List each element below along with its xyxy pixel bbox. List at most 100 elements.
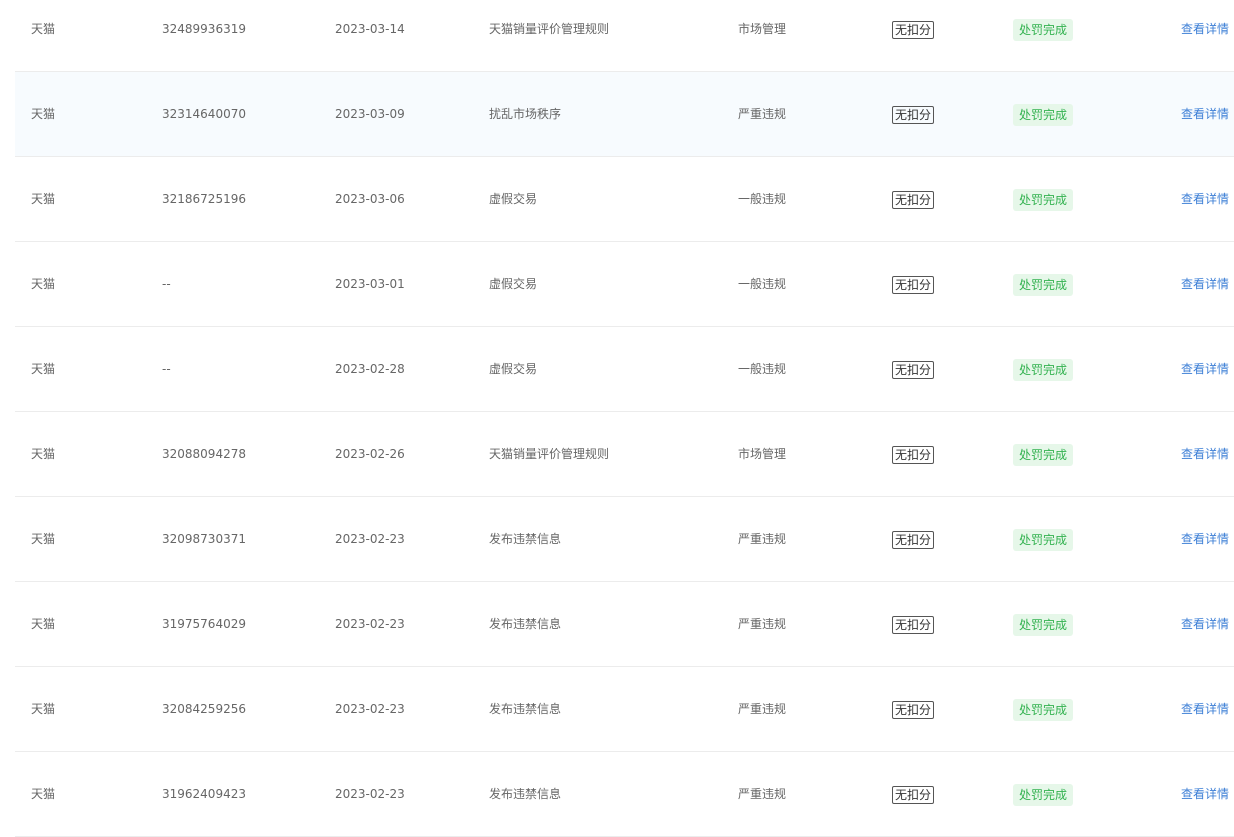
violation-type-cell: 市场管理	[738, 22, 787, 36]
platform-cell: 天猫	[31, 192, 56, 206]
status-badge: 处罚完成	[1013, 613, 1074, 636]
record-id-cell: 32489936319	[162, 22, 246, 36]
score-tag: 无扣分	[892, 615, 935, 634]
reason-cell: 发布违禁信息	[489, 617, 562, 631]
status-cell: 处罚完成	[1013, 412, 1074, 496]
score-cell: 无扣分	[892, 242, 935, 326]
status-cell: 处罚完成	[1013, 72, 1074, 156]
status-cell: 处罚完成	[1013, 667, 1074, 751]
platform-cell: 天猫	[31, 532, 56, 546]
status-badge: 处罚完成	[1013, 783, 1074, 806]
table-row: 天猫 31975764029 2023-02-23 发布违禁信息 严重违规 无扣…	[15, 582, 1234, 667]
record-id-cell: 32088094278	[162, 447, 246, 461]
score-tag: 无扣分	[892, 360, 935, 379]
score-tag: 无扣分	[892, 20, 935, 39]
score-cell: 无扣分	[892, 667, 935, 751]
record-id-cell: 32098730371	[162, 532, 246, 546]
status-badge: 处罚完成	[1013, 443, 1074, 466]
record-id-cell: 32186725196	[162, 192, 246, 206]
status-cell: 处罚完成	[1013, 157, 1074, 241]
score-tag: 无扣分	[892, 785, 935, 804]
status-badge: 处罚完成	[1013, 103, 1074, 126]
violation-type-cell: 一般违规	[738, 192, 787, 206]
view-details-link[interactable]: 查看详情	[1181, 72, 1229, 156]
score-tag: 无扣分	[892, 190, 935, 209]
date-cell: 2023-02-23	[335, 617, 405, 631]
reason-cell: 发布违禁信息	[489, 702, 562, 716]
violation-type-cell: 严重违规	[738, 787, 787, 801]
reason-cell: 虚假交易	[489, 362, 538, 376]
score-cell: 无扣分	[892, 72, 935, 156]
table-row: 天猫 -- 2023-03-01 虚假交易 一般违规 无扣分 处罚完成 查看详情	[15, 242, 1234, 327]
reason-cell: 天猫销量评价管理规则	[489, 22, 610, 36]
status-badge: 处罚完成	[1013, 188, 1074, 211]
score-tag: 无扣分	[892, 530, 935, 549]
record-id-cell: --	[162, 362, 171, 376]
status-badge: 处罚完成	[1013, 698, 1074, 721]
platform-cell: 天猫	[31, 362, 56, 376]
reason-cell: 发布违禁信息	[489, 532, 562, 546]
reason-cell: 天猫销量评价管理规则	[489, 447, 610, 461]
platform-cell: 天猫	[31, 787, 56, 801]
violation-type-cell: 严重违规	[738, 617, 787, 631]
table-row: 天猫 32098730371 2023-02-23 发布违禁信息 严重违规 无扣…	[15, 497, 1234, 582]
status-cell: 处罚完成	[1013, 497, 1074, 581]
score-cell: 无扣分	[892, 0, 935, 71]
status-cell: 处罚完成	[1013, 242, 1074, 326]
status-cell: 处罚完成	[1013, 752, 1074, 836]
violation-type-cell: 一般违规	[738, 362, 787, 376]
violation-type-cell: 严重违规	[738, 532, 787, 546]
reason-cell: 发布违禁信息	[489, 787, 562, 801]
view-details-link[interactable]: 查看详情	[1181, 497, 1229, 581]
score-cell: 无扣分	[892, 412, 935, 496]
status-badge: 处罚完成	[1013, 358, 1074, 381]
status-badge: 处罚完成	[1013, 528, 1074, 551]
record-id-cell: 31962409423	[162, 787, 246, 801]
record-id-cell: 31975764029	[162, 617, 246, 631]
date-cell: 2023-02-28	[335, 362, 405, 376]
view-details-link[interactable]: 查看详情	[1181, 412, 1229, 496]
table-row: 天猫 32186725196 2023-03-06 虚假交易 一般违规 无扣分 …	[15, 157, 1234, 242]
view-details-link[interactable]: 查看详情	[1181, 0, 1229, 71]
view-details-link[interactable]: 查看详情	[1181, 157, 1229, 241]
score-cell: 无扣分	[892, 327, 935, 411]
score-tag: 无扣分	[892, 445, 935, 464]
reason-cell: 虚假交易	[489, 192, 538, 206]
platform-cell: 天猫	[31, 22, 56, 36]
table-row: 天猫 32088094278 2023-02-26 天猫销量评价管理规则 市场管…	[15, 412, 1234, 497]
date-cell: 2023-02-23	[335, 702, 405, 716]
violation-type-cell: 严重违规	[738, 702, 787, 716]
table-row: 天猫 32489936319 2023-03-14 天猫销量评价管理规则 市场管…	[15, 0, 1234, 72]
reason-cell: 扰乱市场秩序	[489, 107, 562, 121]
violation-type-cell: 严重违规	[738, 107, 787, 121]
platform-cell: 天猫	[31, 447, 56, 461]
violation-records-table: 天猫 32489936319 2023-03-14 天猫销量评价管理规则 市场管…	[15, 0, 1234, 837]
reason-cell: 虚假交易	[489, 277, 538, 291]
status-cell: 处罚完成	[1013, 0, 1074, 71]
view-details-link[interactable]: 查看详情	[1181, 242, 1229, 326]
score-tag: 无扣分	[892, 275, 935, 294]
view-details-link[interactable]: 查看详情	[1181, 667, 1229, 751]
table-row: 天猫 32314640070 2023-03-09 扰乱市场秩序 严重违规 无扣…	[15, 72, 1234, 157]
violation-type-cell: 一般违规	[738, 277, 787, 291]
date-cell: 2023-03-09	[335, 107, 405, 121]
date-cell: 2023-03-01	[335, 277, 405, 291]
score-cell: 无扣分	[892, 752, 935, 836]
status-cell: 处罚完成	[1013, 327, 1074, 411]
date-cell: 2023-02-23	[335, 532, 405, 546]
view-details-link[interactable]: 查看详情	[1181, 582, 1229, 666]
view-details-link[interactable]: 查看详情	[1181, 327, 1229, 411]
status-badge: 处罚完成	[1013, 273, 1074, 296]
score-tag: 无扣分	[892, 700, 935, 719]
date-cell: 2023-03-14	[335, 22, 405, 36]
platform-cell: 天猫	[31, 277, 56, 291]
view-details-link[interactable]: 查看详情	[1181, 752, 1229, 836]
score-cell: 无扣分	[892, 582, 935, 666]
date-cell: 2023-02-26	[335, 447, 405, 461]
record-id-cell: 32084259256	[162, 702, 246, 716]
table-row: 天猫 -- 2023-02-28 虚假交易 一般违规 无扣分 处罚完成 查看详情	[15, 327, 1234, 412]
status-cell: 处罚完成	[1013, 582, 1074, 666]
table-row: 天猫 32084259256 2023-02-23 发布违禁信息 严重违规 无扣…	[15, 667, 1234, 752]
record-id-cell: --	[162, 277, 171, 291]
date-cell: 2023-03-06	[335, 192, 405, 206]
